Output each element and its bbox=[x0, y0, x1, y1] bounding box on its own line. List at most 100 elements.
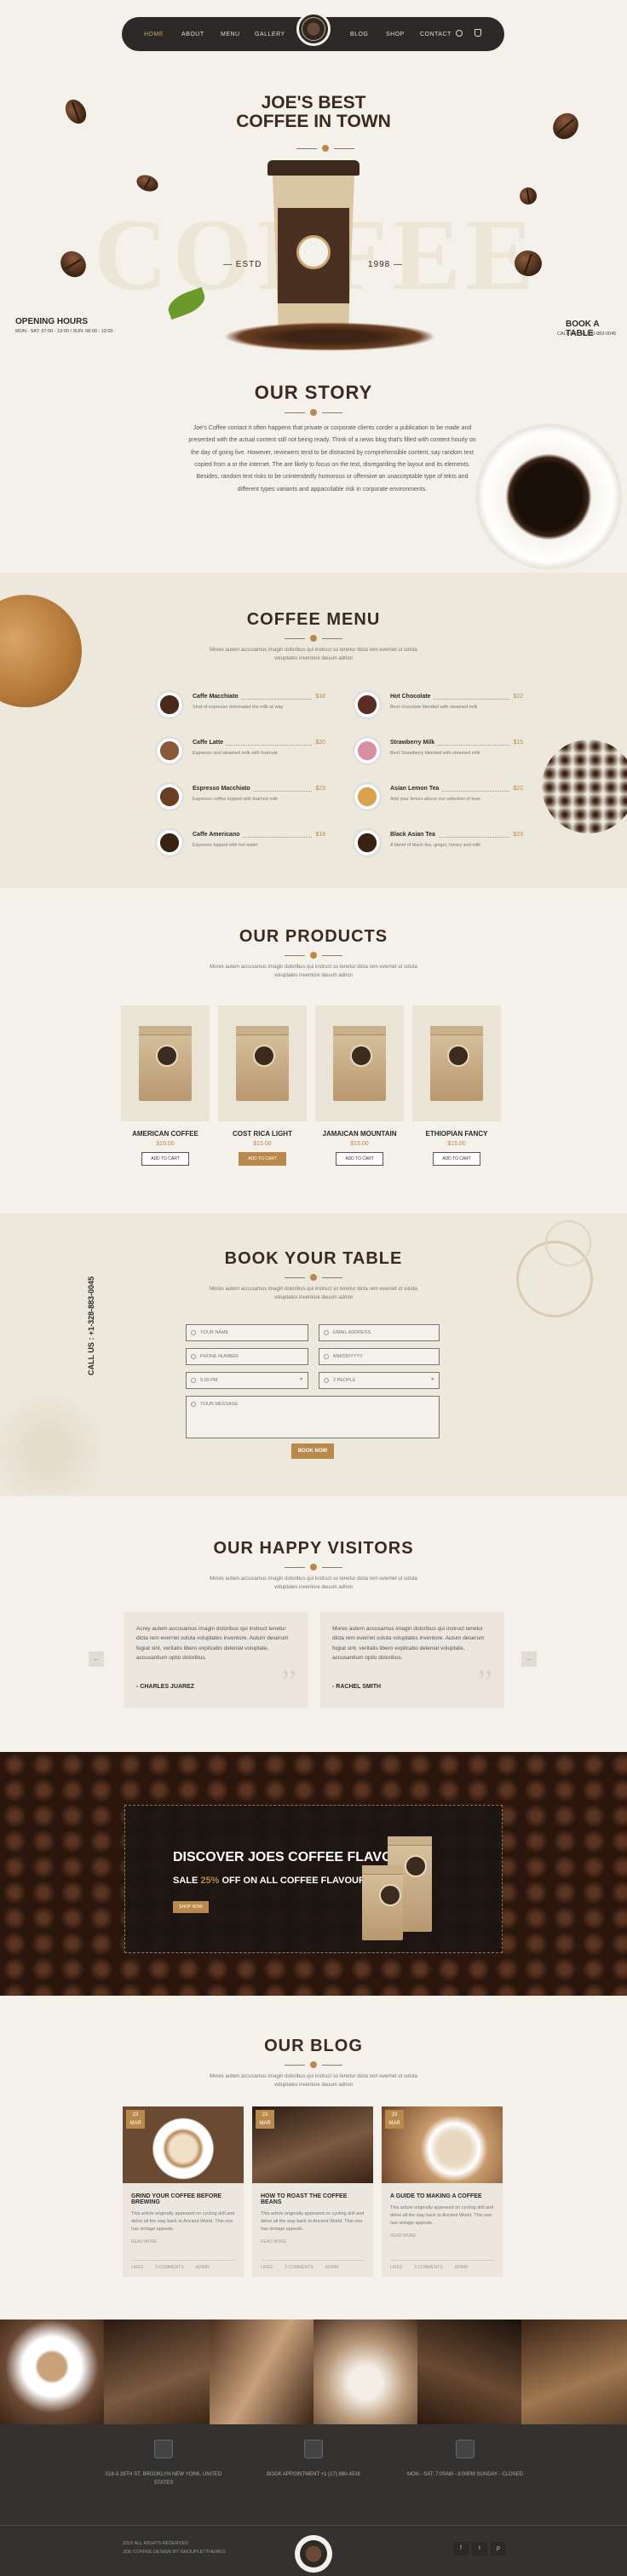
menu-item-name: Caffe Latte bbox=[193, 740, 227, 746]
add-to-cart-button[interactable]: ADD TO CART bbox=[433, 1152, 480, 1166]
hero-title-line1: JOE'S BEST bbox=[261, 93, 366, 112]
blog-post-title[interactable]: GRIND YOUR COFFEE BEFORE BREWING bbox=[131, 2193, 235, 2205]
product-image[interactable] bbox=[315, 1006, 404, 1121]
products-section: OUR PRODUCTS Mores autem accusamus imagi… bbox=[0, 888, 627, 1213]
menu-item[interactable]: Asian Lemon Tea $22 Add your lemon above o… bbox=[353, 782, 523, 813]
menu-title: COFFEE MENU bbox=[246, 610, 381, 629]
gallery-image-2[interactable] bbox=[104, 2320, 210, 2424]
date-field[interactable]: MM/DD/YYYY bbox=[319, 1348, 440, 1365]
coffee-cup-icon bbox=[353, 690, 382, 719]
nav-blog[interactable]: BLOG bbox=[350, 32, 368, 37]
coffee-cup-icon bbox=[155, 736, 184, 765]
blog-meta-author: ADMIN bbox=[325, 2265, 339, 2270]
blog-image[interactable]: 23 MAR bbox=[252, 2106, 373, 2183]
gallery-image-1[interactable] bbox=[0, 2320, 104, 2424]
shop-now-button[interactable]: SHOP NOW bbox=[173, 1901, 209, 1913]
product-image[interactable] bbox=[218, 1006, 307, 1121]
nav-home[interactable]: HOME bbox=[144, 32, 164, 37]
message-field[interactable]: YOUR MESSAGE bbox=[186, 1396, 440, 1438]
footer: 518-3 26TH ST, BROOKLYN NEW YORK, UNITED… bbox=[0, 2424, 627, 2576]
testimonial-next-button[interactable]: → bbox=[521, 1651, 537, 1667]
product-card: JAMAICAN MOUNTAIN $15.00 ADD TO CART bbox=[315, 1006, 404, 1166]
testimonial-prev-button[interactable]: ← bbox=[89, 1651, 104, 1667]
blog-subtitle: Mores autem accusamus imagin doloribus q… bbox=[210, 2074, 417, 2088]
pinterest-icon[interactable]: p bbox=[491, 2542, 506, 2556]
chevron-down-icon: ▾ bbox=[300, 1377, 302, 1382]
phone-field[interactable]: PHONE NUMBER bbox=[186, 1348, 308, 1365]
booking-section: BOOK YOUR TABLE Mores autem accusamus im… bbox=[0, 1213, 627, 1496]
coffee-bag-image bbox=[430, 1026, 483, 1101]
menu-item[interactable]: Strawberry Milk $15 Best Strawberry blende… bbox=[353, 736, 523, 767]
twitter-icon[interactable]: t bbox=[472, 2542, 487, 2556]
blog-post-title[interactable]: A GUIDE TO MAKING A COFFEE bbox=[390, 2193, 494, 2199]
blog-meta-author: ADMIN bbox=[454, 2265, 469, 2270]
product-name[interactable]: AMERICAN COFFEE bbox=[121, 1130, 210, 1138]
time-select[interactable]: 5:00 PM ▾ bbox=[186, 1372, 308, 1389]
coffee-cup-topview-image bbox=[472, 423, 627, 571]
menu-item[interactable]: Black Asian Tea $23 A blend of black tea, … bbox=[353, 828, 523, 859]
nav-menu[interactable]: MENU bbox=[221, 32, 240, 37]
read-more-link[interactable]: READ MORE bbox=[390, 2233, 494, 2239]
book-now-button[interactable]: BOOK NOW bbox=[291, 1444, 334, 1459]
milk-splash-image bbox=[0, 1384, 119, 1495]
product-price: $15.00 bbox=[447, 1141, 466, 1147]
estd-year: 1998 — bbox=[368, 260, 404, 269]
nav-about[interactable]: ABOUT bbox=[181, 32, 204, 37]
testimonial-card: Acrey autem accusamus imagin doloribus q… bbox=[124, 1612, 308, 1708]
gallery-image-6[interactable] bbox=[521, 2320, 627, 2424]
footer-logo[interactable] bbox=[295, 2535, 332, 2573]
menu-item-price: $22 bbox=[510, 786, 523, 792]
promo-title: DISCOVER JOES COFFEE FLAVOURS bbox=[173, 1850, 422, 1864]
nav-gallery[interactable]: GALLERY bbox=[255, 32, 285, 37]
bean-pile-image bbox=[223, 322, 436, 351]
blog-post-excerpt: This article originally appeared on cycl… bbox=[261, 2211, 365, 2232]
blog-image[interactable]: 23 MAR bbox=[123, 2106, 244, 2183]
visitors-section: OUR HAPPY VISITORS Mores autem accusamus… bbox=[0, 1496, 627, 1752]
quote-icon: ” bbox=[477, 1663, 492, 1701]
estd-label: — ESTD bbox=[223, 260, 262, 269]
add-to-cart-button[interactable]: ADD TO CART bbox=[336, 1152, 383, 1166]
brand-logo[interactable] bbox=[296, 12, 331, 46]
product-name[interactable]: JAMAICAN MOUNTAIN bbox=[315, 1130, 404, 1138]
product-name[interactable]: ETHIOPIAN FANCY bbox=[412, 1130, 501, 1138]
blog-card: 23 MAR A GUIDE TO MAKING A COFFEE This arti… bbox=[382, 2106, 503, 2277]
gallery-image-5[interactable] bbox=[417, 2320, 521, 2424]
read-more-link[interactable]: READ MORE bbox=[131, 2239, 235, 2245]
menu-item[interactable]: Caffe Americano $18 Espresso topped with h… bbox=[155, 828, 325, 859]
menu-item-price: $18 bbox=[313, 832, 325, 838]
menu-item[interactable]: Espresso Macchiato $23 Espresso coffee top… bbox=[155, 782, 325, 813]
product-image[interactable] bbox=[412, 1006, 501, 1121]
menu-item[interactable]: Caffe Latte $20 Espresso and steamed milk … bbox=[155, 736, 325, 767]
visitors-divider bbox=[0, 1564, 627, 1570]
blog-post-title[interactable]: HOW TO ROAST THE COFFEE BEANS bbox=[261, 2193, 365, 2205]
menu-item-desc: Shot of espresso dominated the milk at w… bbox=[193, 705, 284, 710]
menu-item-name: Strawberry Milk bbox=[390, 740, 438, 746]
add-to-cart-button[interactable]: ADD TO CART bbox=[141, 1152, 189, 1166]
blog-image[interactable]: 23 MAR bbox=[382, 2106, 503, 2183]
product-image[interactable] bbox=[121, 1006, 210, 1121]
name-field[interactable]: YOUR NAME bbox=[186, 1324, 308, 1341]
cart-icon[interactable] bbox=[475, 29, 481, 37]
menu-divider bbox=[0, 635, 627, 642]
add-to-cart-button[interactable]: ADD TO CART bbox=[239, 1152, 286, 1166]
menu-item-name: Caffe Americano bbox=[193, 832, 243, 838]
coffee-cup-icon bbox=[353, 828, 382, 857]
nav-shop[interactable]: SHOP bbox=[386, 32, 405, 37]
gallery-image-4[interactable] bbox=[314, 2320, 417, 2424]
coffee-cup-icon bbox=[155, 828, 184, 857]
facebook-icon[interactable]: f bbox=[453, 2542, 469, 2556]
coffee-bag-image bbox=[362, 1865, 403, 1940]
coffee-bag-image bbox=[139, 1026, 192, 1101]
menu-item-desc: A blend of black tea, ginger, honey and … bbox=[390, 843, 481, 848]
nav-contact[interactable]: CONTACT bbox=[420, 32, 452, 37]
product-name[interactable]: COST RICA LIGHT bbox=[218, 1130, 307, 1138]
search-icon[interactable] bbox=[456, 30, 463, 37]
menu-item[interactable]: Hot Chocolate $22 Best chocolate blended w… bbox=[353, 690, 523, 721]
menu-item-price: $20 bbox=[313, 740, 325, 746]
menu-item[interactable]: Caffe Macchiato $18 Shot of espresso domin… bbox=[155, 690, 325, 721]
people-select[interactable]: 2 PEOPLE ▾ bbox=[319, 1372, 440, 1389]
gallery-image-3[interactable] bbox=[210, 2320, 314, 2424]
menu-item-name: Hot Chocolate bbox=[390, 694, 434, 700]
email-field[interactable]: EMAIL ADDRESS bbox=[319, 1324, 440, 1341]
read-more-link[interactable]: READ MORE bbox=[261, 2239, 365, 2245]
